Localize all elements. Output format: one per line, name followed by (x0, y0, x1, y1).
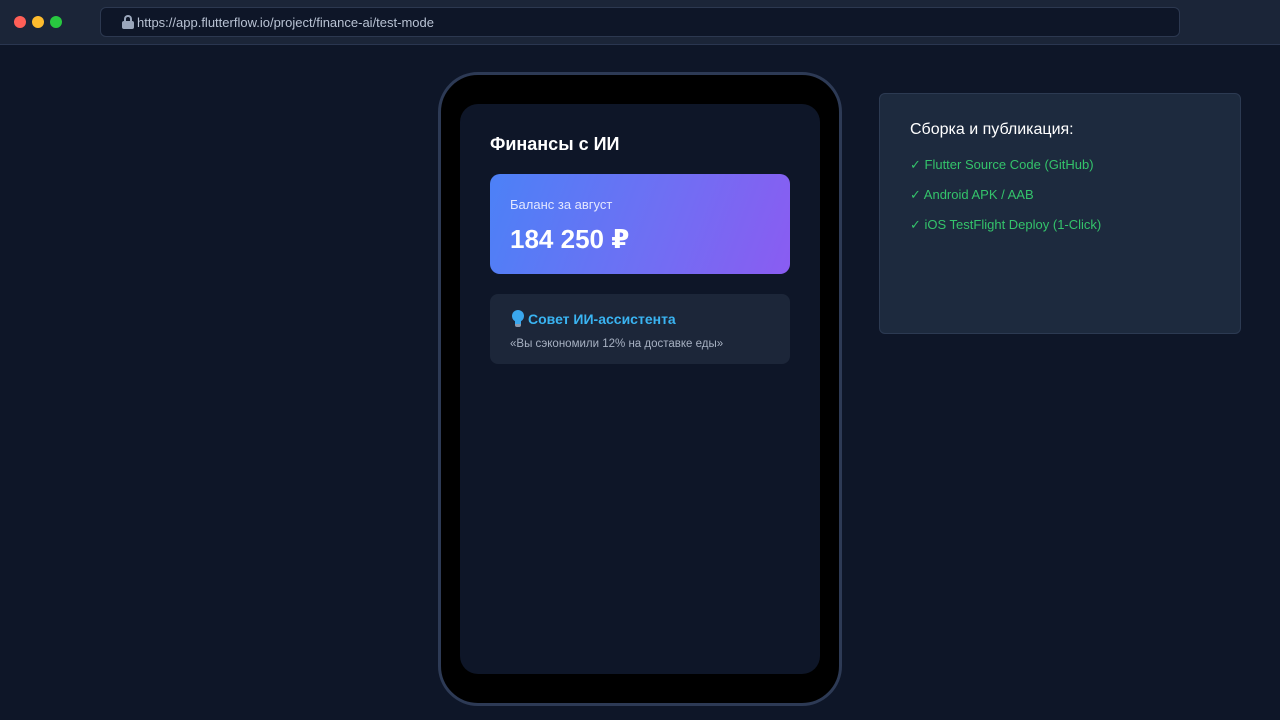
url-text[interactable]: https://app.flutterflow.io/project/finan… (137, 15, 434, 30)
ai-tip-title: Совет ИИ-ассистента (528, 311, 676, 327)
build-item-flutter-source: ✓ Flutter Source Code (GitHub) (910, 157, 1094, 172)
ai-tip-card[interactable]: Совет ИИ-ассистента «Вы сэкономили 12% н… (490, 294, 790, 364)
phone-frame: Финансы с ИИ Баланс за август 184 250 ₽ … (438, 72, 842, 706)
maximize-window-button[interactable] (50, 16, 62, 28)
minimize-window-button[interactable] (32, 16, 44, 28)
build-publish-panel: Сборка и публикация: ✓ Flutter Source Co… (879, 93, 1241, 334)
app-title: Финансы с ИИ (490, 134, 620, 154)
build-item-ios-testflight: ✓ iOS TestFlight Deploy (1-Click) (910, 217, 1102, 232)
balance-label: Баланс за август (510, 197, 613, 212)
balance-card[interactable]: Баланс за август 184 250 ₽ (490, 174, 790, 274)
browser-chrome: https://app.flutterflow.io/project/finan… (0, 0, 1280, 45)
lock-icon (121, 15, 135, 29)
close-window-button[interactable] (14, 16, 26, 28)
ai-tip-text: «Вы сэкономили 12% на доставке еды» (510, 338, 724, 350)
lightbulb-icon (511, 310, 525, 328)
phone-screen: Финансы с ИИ Баланс за август 184 250 ₽ … (460, 104, 820, 674)
balance-amount: 184 250 ₽ (510, 224, 630, 254)
build-panel-title: Сборка и публикация: (910, 121, 1074, 138)
address-bar[interactable]: https://app.flutterflow.io/project/finan… (100, 7, 1180, 37)
build-item-android: ✓ Android APK / AAB (910, 187, 1034, 202)
